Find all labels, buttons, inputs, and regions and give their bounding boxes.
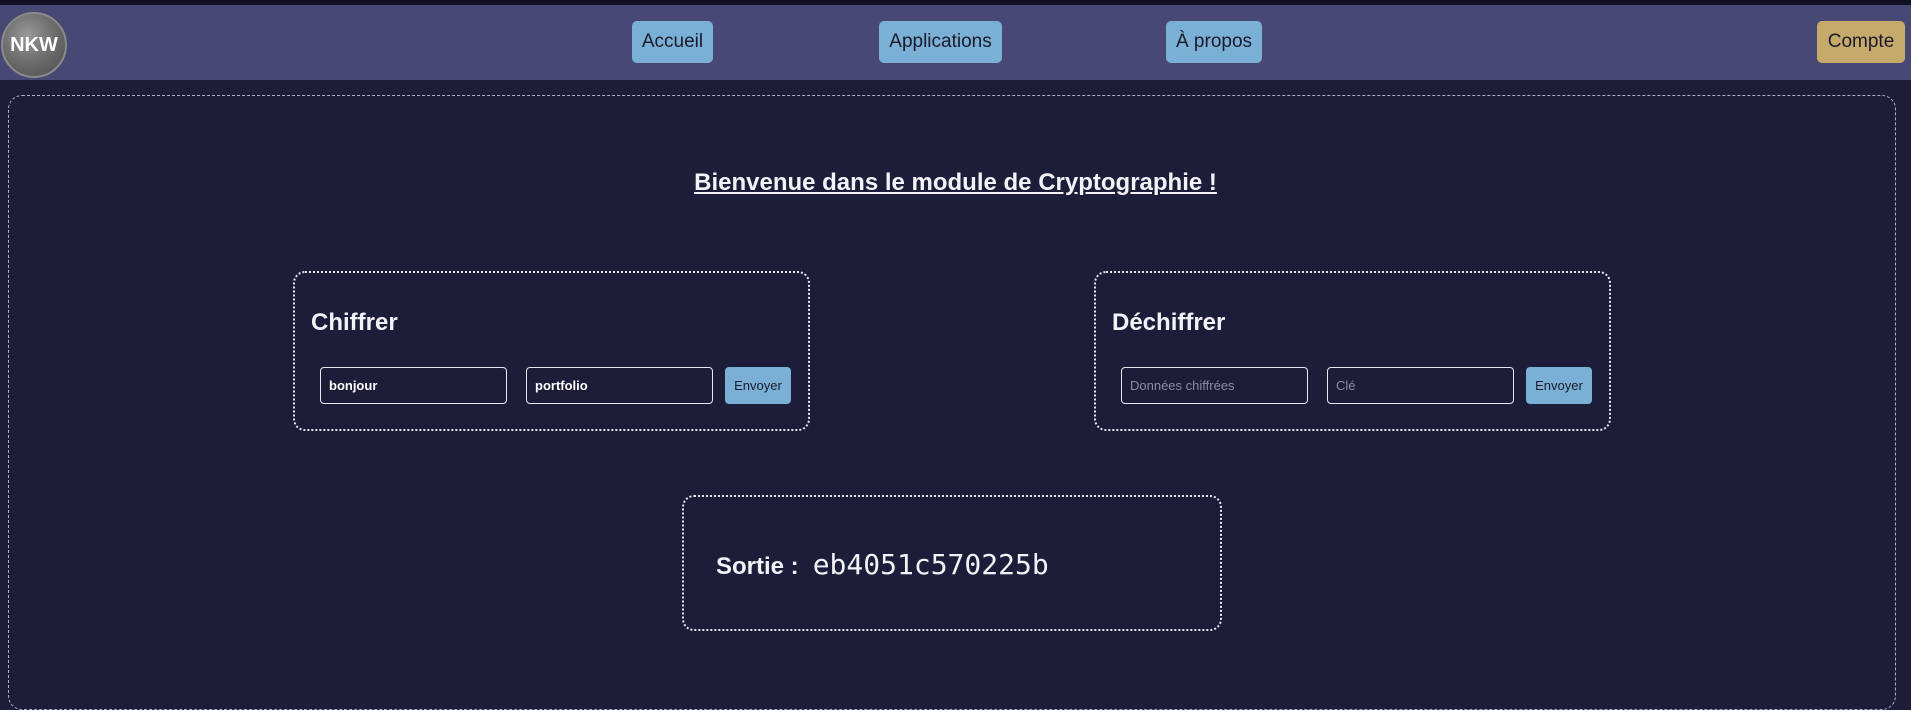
encrypt-key-input[interactable] [526,367,713,404]
logo[interactable]: NKW [1,12,67,78]
output-panel: Sortie : eb4051c570225b [682,495,1222,631]
decrypt-panel: Déchiffrer Envoyer [1094,271,1611,431]
decrypt-heading: Déchiffrer [1112,309,1226,336]
output-label: Sortie : [716,553,799,580]
output-value: eb4051c570225b [812,548,1049,581]
page-title: Bienvenue dans le module de Cryptographi… [694,169,1217,196]
decrypt-submit-button[interactable]: Envoyer [1526,367,1592,404]
output-row: Sortie : eb4051c570225b [716,548,1049,581]
encrypt-panel: Chiffrer Envoyer [293,271,810,431]
logo-text: NKW [10,33,58,56]
navbar: NKW Accueil Applications À propos Compte [0,5,1911,80]
encrypt-heading: Chiffrer [311,309,398,336]
account-button[interactable]: Compte [1817,21,1905,63]
decrypt-data-input[interactable] [1121,367,1308,404]
encrypt-submit-button[interactable]: Envoyer [725,367,791,404]
decrypt-key-input[interactable] [1327,367,1514,404]
encrypt-data-input[interactable] [320,367,507,404]
nav-accueil-button[interactable]: Accueil [632,21,713,63]
nav-applications-button[interactable]: Applications [879,21,1002,63]
nav-apropos-button[interactable]: À propos [1166,21,1262,63]
